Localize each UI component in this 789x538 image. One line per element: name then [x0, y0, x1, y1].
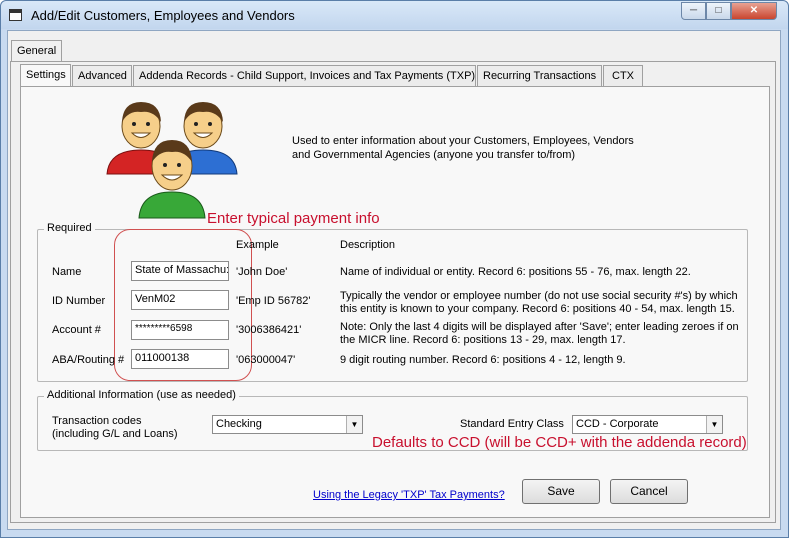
id-number-example: 'Emp ID 56782': [236, 295, 311, 307]
window-icon: [9, 9, 22, 21]
tab-settings[interactable]: Settings: [20, 64, 71, 88]
chevron-down-icon: ▼: [346, 416, 362, 433]
save-button[interactable]: Save: [522, 479, 600, 504]
name-description: Name of individual or entity. Record 6: …: [340, 266, 691, 278]
id-number-input[interactable]: VenM02: [131, 290, 229, 310]
title-bar: Add/Edit Customers, Employees and Vendor…: [1, 1, 788, 29]
maximize-button[interactable]: □: [706, 2, 731, 20]
id-number-description-1: Typically the vendor or employee number …: [340, 290, 738, 302]
window-title: Add/Edit Customers, Employees and Vendor…: [31, 8, 295, 23]
tab-advanced[interactable]: Advanced: [72, 65, 132, 86]
id-number-label: ID Number: [52, 295, 106, 307]
account-description-2: the MICR line. Record 6: positions 13 - …: [340, 334, 626, 346]
intro-line-1: Used to enter information about your Cus…: [292, 135, 634, 147]
name-input[interactable]: State of Massachu:: [131, 261, 229, 281]
tab-advanced-label: Advanced: [78, 70, 127, 82]
annotation-typical: Enter typical payment info: [207, 210, 380, 227]
transaction-codes-sublabel: (including G/L and Loans): [52, 428, 178, 440]
tab-addenda-label: Addenda Records - Child Support, Invoice…: [139, 70, 476, 82]
column-example: Example: [236, 239, 279, 251]
tab-ctx-label: CTX: [612, 70, 634, 82]
routing-label: ABA/Routing #: [52, 354, 125, 366]
annotation-defaults: Defaults to CCD (will be CCD+ with the a…: [372, 434, 747, 451]
account-label: Account #: [52, 324, 101, 336]
legacy-txp-link[interactable]: Using the Legacy 'TXP' Tax Payments?: [313, 489, 505, 501]
tab-settings-label: Settings: [26, 69, 66, 81]
tab-addenda-records[interactable]: Addenda Records - Child Support, Invoice…: [133, 65, 476, 86]
chevron-down-icon: ▼: [706, 416, 722, 433]
intro-line-2: and Governmental Agencies (anyone you tr…: [292, 149, 576, 161]
account-example: '3006386421': [236, 324, 302, 336]
additional-group-label: Additional Information (use as needed): [44, 389, 239, 401]
sec-label: Standard Entry Class: [460, 418, 564, 430]
name-label: Name: [52, 266, 82, 278]
users-icon: [106, 102, 238, 219]
account-input[interactable]: *********6598: [131, 320, 229, 340]
tab-general[interactable]: General: [11, 40, 63, 64]
column-description: Description: [340, 239, 396, 251]
routing-input[interactable]: 011000138: [131, 349, 229, 369]
sec-value: CCD - Corporate: [576, 418, 659, 430]
transaction-codes-value: Checking: [216, 418, 262, 430]
routing-description: 9 digit routing number. Record 6: positi…: [340, 354, 626, 366]
transaction-codes-label: Transaction codes: [52, 415, 142, 427]
cancel-button[interactable]: Cancel: [610, 479, 688, 504]
routing-example: '063000047': [236, 354, 296, 366]
tab-general-label: General: [17, 45, 57, 57]
required-group-label: Required: [44, 222, 95, 234]
close-button[interactable]: ✕: [731, 2, 777, 20]
name-example: 'John Doe': [236, 266, 288, 278]
transaction-codes-select[interactable]: Checking ▼: [212, 415, 363, 434]
minimize-button[interactable]: ─: [681, 2, 706, 20]
account-description-1: Note: Only the last 4 digits will be dis…: [340, 321, 739, 333]
id-number-description-2: this entity is known to your company. Re…: [340, 303, 735, 315]
tab-recurring-label: Recurring Transactions: [483, 70, 597, 82]
tab-recurring-transactions[interactable]: Recurring Transactions: [477, 65, 602, 86]
tab-ctx[interactable]: CTX: [603, 65, 643, 86]
sec-select[interactable]: CCD - Corporate ▼: [572, 415, 723, 434]
